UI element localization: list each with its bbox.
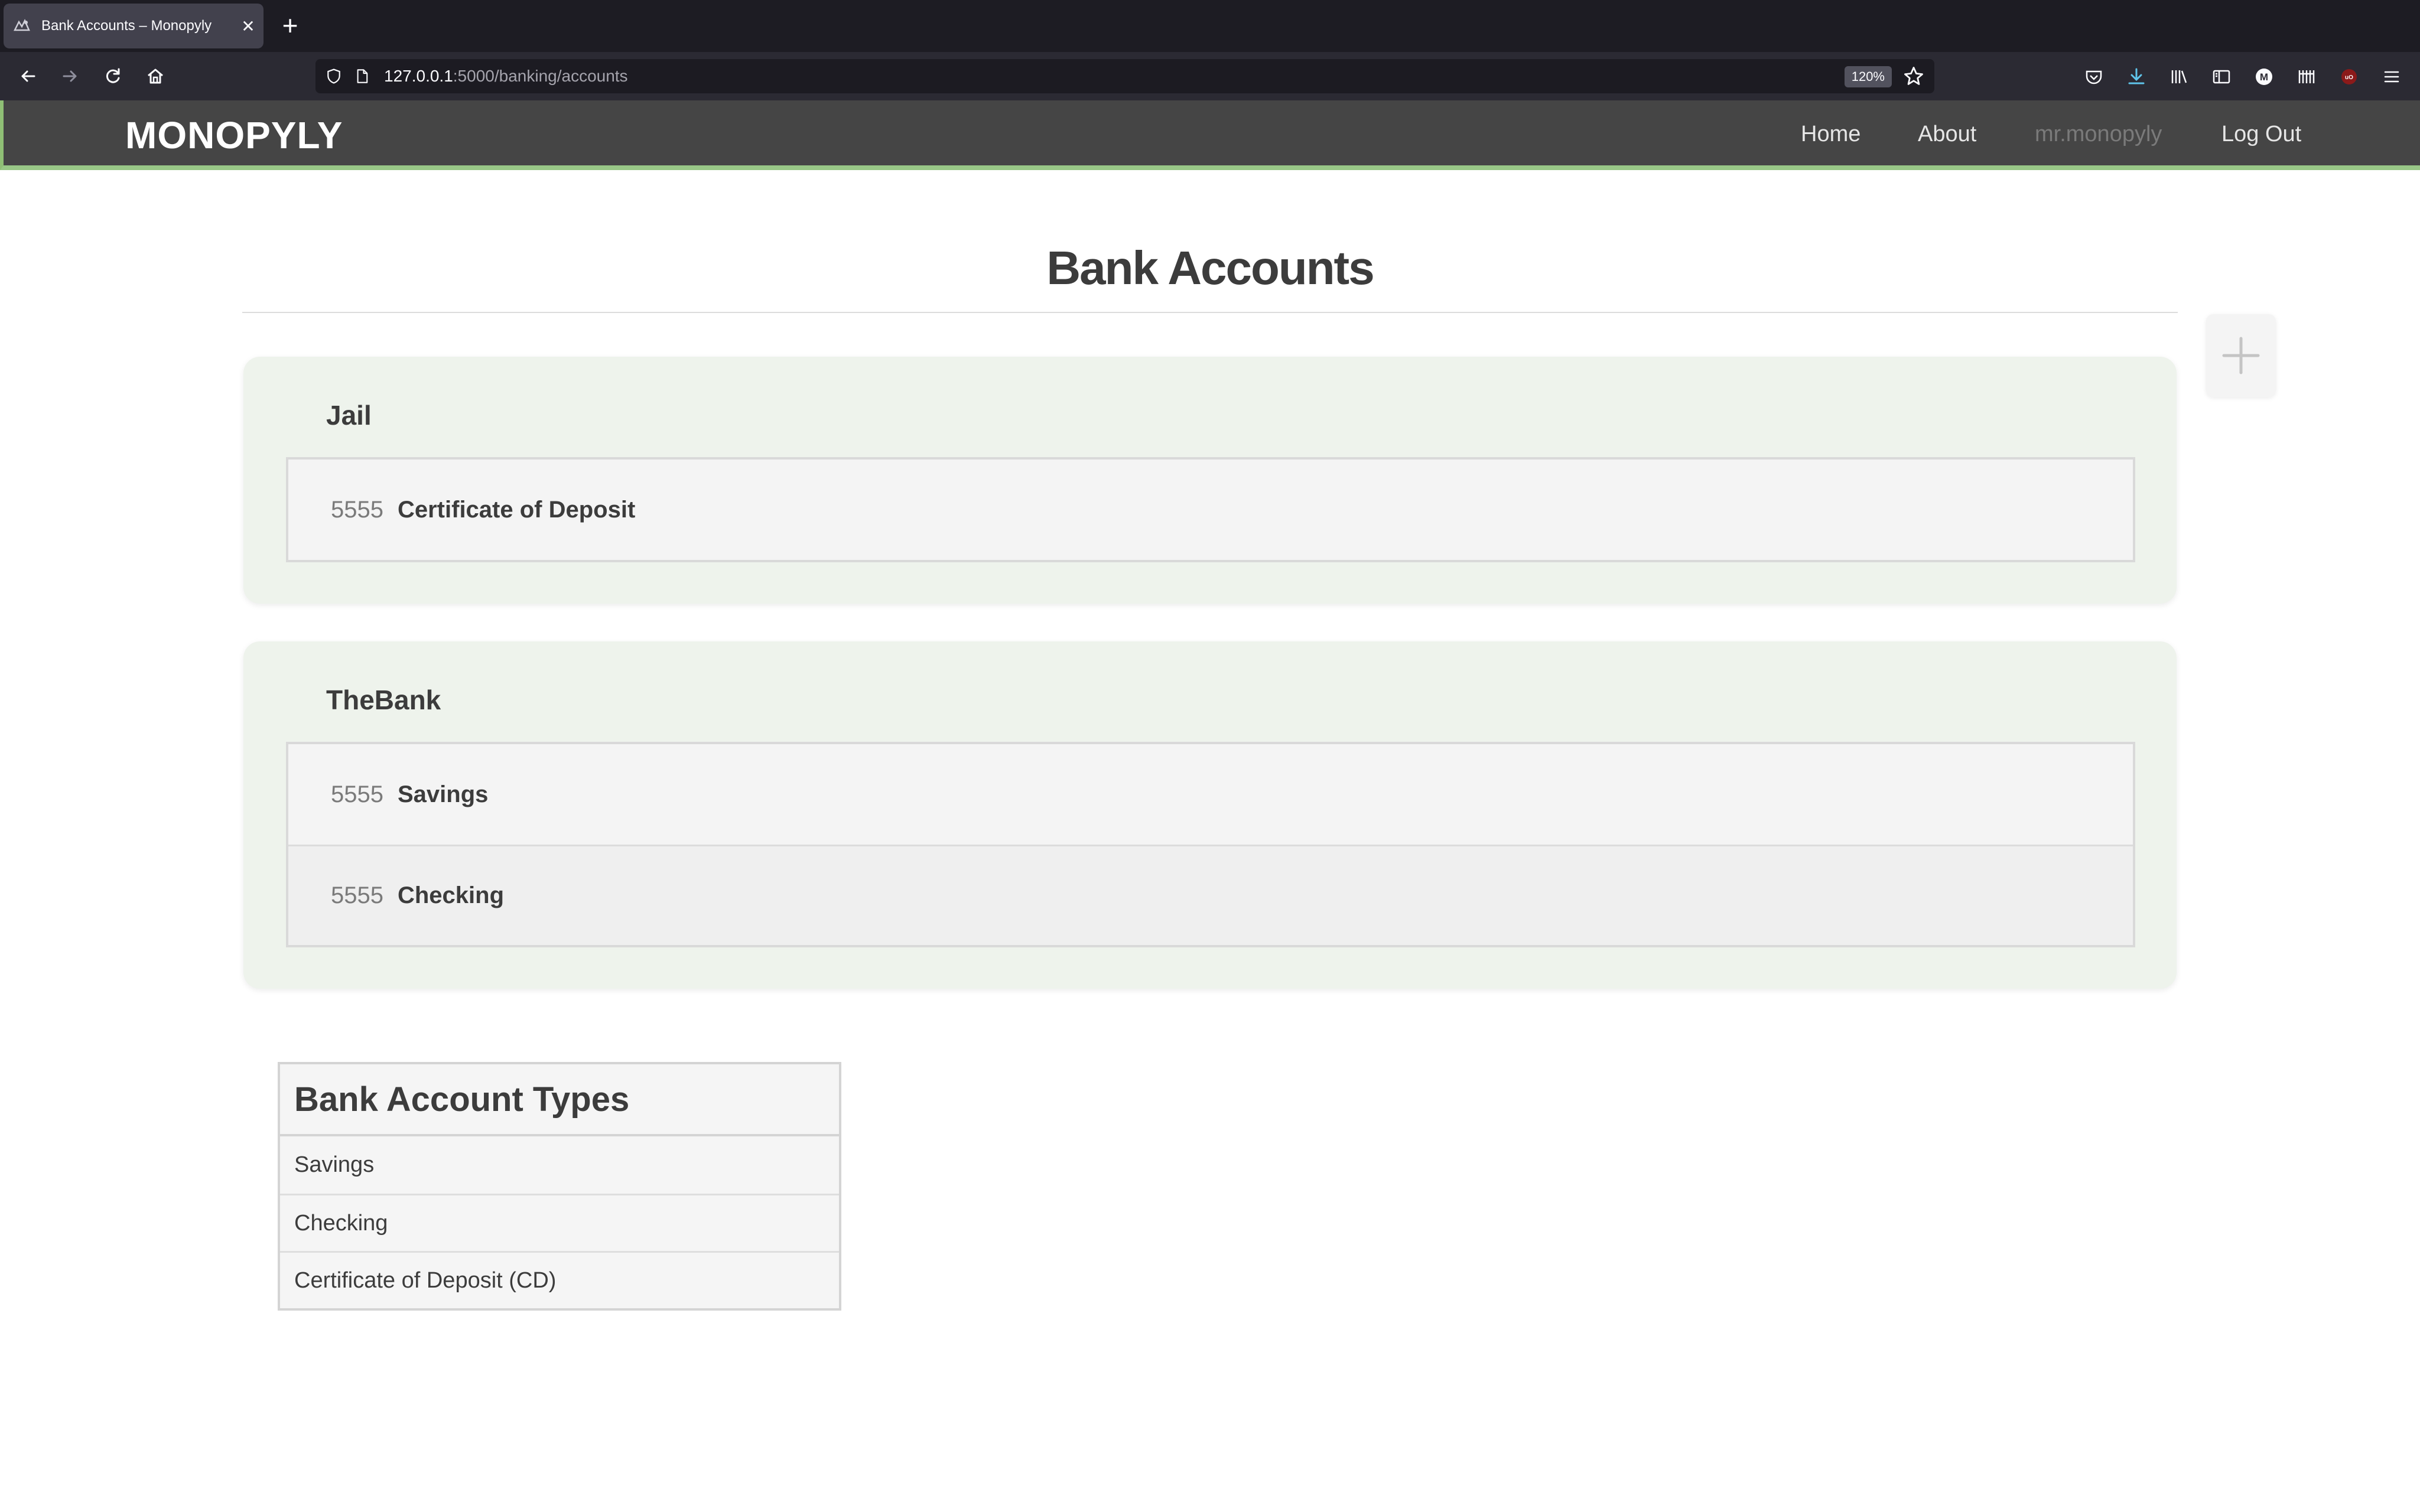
title-divider [242, 312, 2178, 313]
url-host: 127.0.0.1 [384, 67, 453, 85]
back-arrow-icon[interactable] [13, 61, 43, 91]
nav-about-link[interactable]: About [1918, 122, 1976, 147]
account-row[interactable]: 5555 Checking [288, 845, 2133, 945]
account-list: 5555 Savings 5555 Checking [286, 742, 2135, 947]
account-types-body: Savings Checking Certificate of Deposit … [280, 1136, 839, 1308]
download-icon[interactable] [2125, 65, 2148, 89]
account-type-label: Certificate of Deposit (CD) [294, 1267, 557, 1293]
extensions-grid-icon[interactable] [2295, 65, 2318, 89]
account-type-label: Savings [294, 1152, 375, 1177]
plus-icon [2222, 337, 2260, 374]
account-row[interactable]: 5555 Savings [288, 744, 2133, 845]
account-type-row: Checking [280, 1194, 839, 1251]
bank-card-thebank: TheBank 5555 Savings 5555 Checking [243, 641, 2177, 989]
account-type: Checking [397, 882, 505, 908]
account-type-row: Savings [280, 1136, 839, 1194]
nav-home-link[interactable]: Home [1801, 122, 1860, 147]
page-title: Bank Accounts [1046, 242, 1374, 294]
shield-icon[interactable] [324, 66, 344, 86]
account-number: 5555 [331, 781, 383, 807]
bank-name: TheBank [326, 685, 441, 715]
site-header: MONOPYLY Home About mr.monopyly Log Out [0, 100, 2420, 170]
sidebar-icon[interactable] [2210, 65, 2233, 89]
browser-tab[interactable]: Bank Accounts – Monopyly ✕ [4, 4, 264, 48]
menu-hamburger-icon[interactable] [2380, 65, 2403, 89]
account-types-table: Bank Account Types Savings Checking Cert… [278, 1062, 841, 1311]
bank-name: Jail [326, 400, 372, 431]
account-type: Savings [397, 781, 489, 807]
svg-text:M: M [2260, 71, 2268, 83]
account-types-heading: Bank Account Types [294, 1080, 630, 1119]
reload-icon[interactable] [98, 61, 128, 91]
account-type-label: Checking [294, 1210, 388, 1236]
account-number: 5555 [331, 496, 383, 523]
new-tab-icon[interactable]: + [275, 11, 305, 40]
svg-text:uO: uO [2345, 74, 2353, 81]
add-account-button[interactable] [2206, 314, 2276, 397]
bookmark-star-icon[interactable] [1902, 65, 1925, 87]
home-icon[interactable] [141, 61, 170, 91]
account-list: 5555 Certificate of Deposit [286, 457, 2135, 562]
page-icon[interactable] [352, 66, 372, 86]
nav-user-link[interactable]: mr.monopyly [2035, 122, 2162, 147]
zoom-level-badge[interactable]: 120% [1844, 66, 1892, 87]
account-type: Certificate of Deposit [397, 496, 636, 523]
monopyly-favicon-icon [13, 17, 31, 35]
browser-toolbar: 127.0.0.1:5000/banking/accounts 120% M u… [0, 52, 2420, 100]
browser-tab-strip: Bank Accounts – Monopyly ✕ + [0, 0, 2420, 52]
bank-card-jail: Jail 5555 Certificate of Deposit [243, 357, 2177, 604]
forward-arrow-icon[interactable] [56, 61, 85, 91]
tab-title: Bank Accounts – Monopyly [41, 18, 212, 34]
close-tab-icon[interactable]: ✕ [236, 17, 260, 36]
brand-logo-text[interactable]: MONOPYLY [125, 113, 343, 157]
pocket-icon[interactable] [2082, 65, 2106, 89]
url-path: :5000/banking/accounts [453, 67, 628, 85]
account-type-row: Certificate of Deposit (CD) [280, 1251, 839, 1308]
account-row[interactable]: 5555 Certificate of Deposit [288, 460, 2133, 560]
account-avatar-icon[interactable]: M [2252, 65, 2276, 89]
nav-logout-link[interactable]: Log Out [2221, 122, 2301, 147]
url-text: 127.0.0.1:5000/banking/accounts [384, 67, 628, 86]
account-types-header: Bank Account Types [280, 1064, 839, 1136]
address-bar[interactable]: 127.0.0.1:5000/banking/accounts 120% [315, 59, 1934, 93]
ublock-icon[interactable]: uO [2337, 65, 2361, 89]
account-number: 5555 [331, 882, 383, 908]
library-icon[interactable] [2167, 65, 2191, 89]
